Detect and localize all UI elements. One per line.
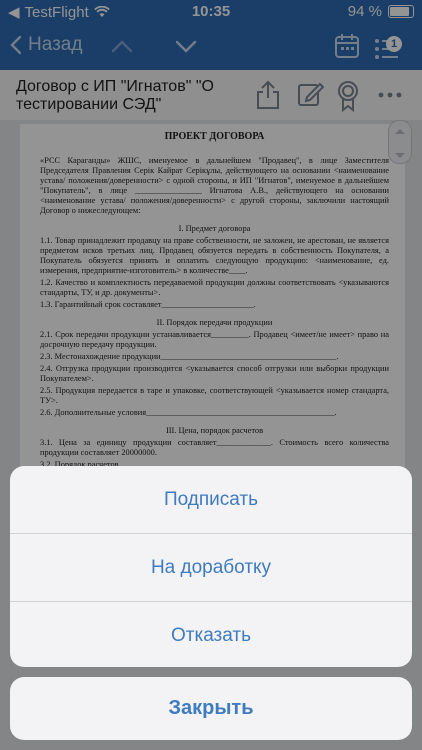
send-for-revision-button[interactable]: На доработку [10, 534, 412, 602]
reject-button[interactable]: Отказать [10, 602, 412, 667]
action-sheet: Подписать На доработку Отказать [10, 466, 412, 667]
close-button[interactable]: Закрыть [10, 677, 412, 740]
sign-button[interactable]: Подписать [10, 466, 412, 534]
